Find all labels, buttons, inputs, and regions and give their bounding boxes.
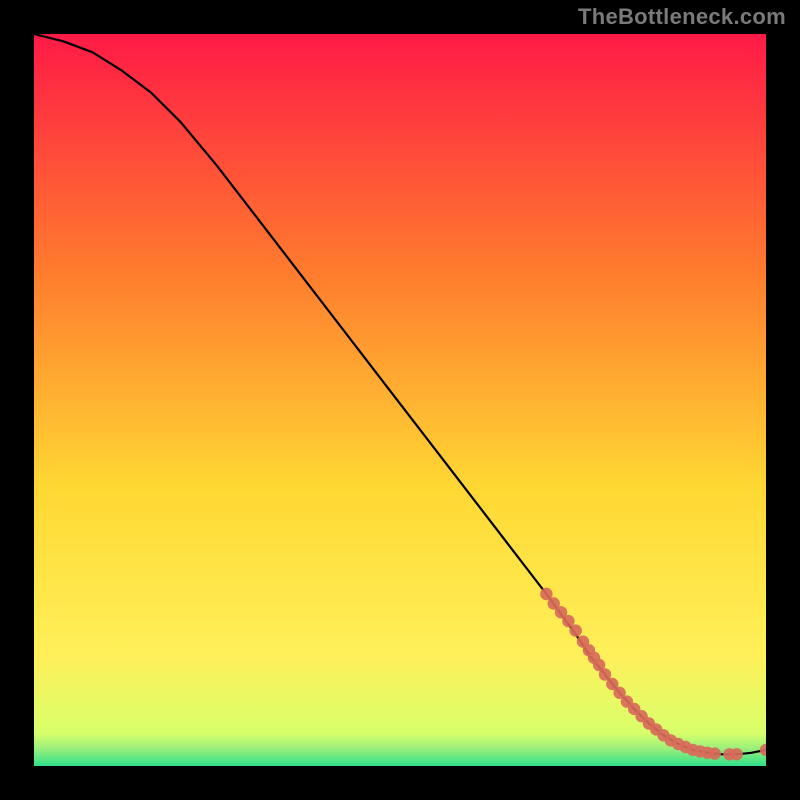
chart-svg (34, 34, 766, 766)
plot-area (34, 34, 766, 766)
chart-frame: TheBottleneck.com (0, 0, 800, 800)
data-marker (731, 748, 743, 760)
chart-background (34, 34, 766, 766)
data-marker (570, 624, 582, 636)
data-marker (709, 747, 721, 759)
watermark-label: TheBottleneck.com (578, 4, 786, 30)
